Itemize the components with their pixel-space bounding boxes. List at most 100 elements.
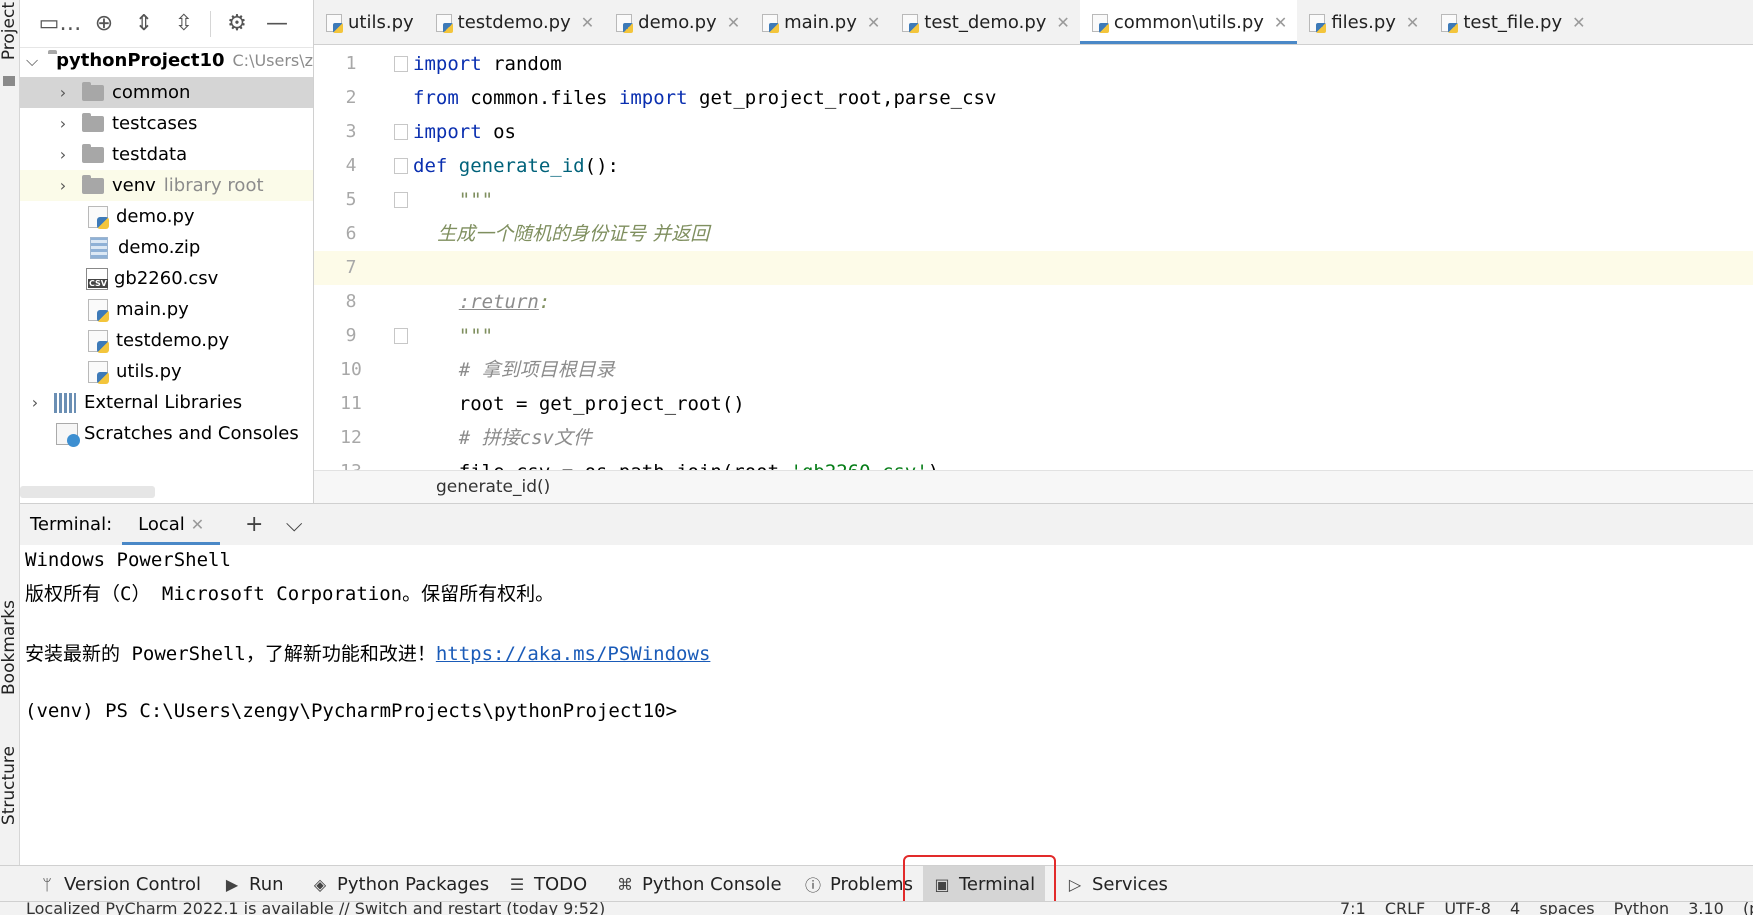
tab-label: test_demo.py xyxy=(924,12,1047,33)
project-folder-icon xyxy=(3,76,15,86)
close-icon[interactable]: ✕ xyxy=(1056,13,1069,32)
code-editor[interactable]: 1 import random 2 from common.files impo… xyxy=(314,45,1753,470)
python-file-icon xyxy=(1091,13,1109,33)
breadcrumb[interactable]: generate_id() xyxy=(314,470,1753,503)
tree-item-main-py[interactable]: main.py xyxy=(20,294,313,325)
terminal-tab-local[interactable]: Local ✕ xyxy=(122,504,221,546)
tab-utils-py[interactable]: utils.py xyxy=(314,0,424,44)
version-control-button[interactable]: ᛘ Version Control xyxy=(38,866,201,902)
code-line: 4 def generate_id(): xyxy=(314,149,1753,183)
fold-marker-icon[interactable] xyxy=(394,56,408,72)
python-packages-button[interactable]: ◈ Python Packages xyxy=(311,866,489,902)
python-file-icon xyxy=(616,13,634,33)
close-icon[interactable]: ✕ xyxy=(581,13,594,32)
python-file-icon xyxy=(88,360,109,384)
tree-root[interactable]: ⌵ pythonProject10 C:\Users\z xyxy=(20,45,313,76)
fold-marker-icon[interactable] xyxy=(394,328,408,344)
tree-item-utils-py[interactable]: utils.py xyxy=(20,356,313,387)
tab-common-utils-py[interactable]: common\utils.py ✕ xyxy=(1079,0,1298,44)
structure-tool-button[interactable]: Structure xyxy=(0,746,19,825)
close-icon[interactable]: ✕ xyxy=(1274,13,1287,32)
chevron-right-icon[interactable]: › xyxy=(54,83,72,102)
fold-marker-icon[interactable] xyxy=(394,124,408,140)
project-tool-button[interactable]: Project xyxy=(0,2,19,60)
tree-item-demo-py[interactable]: demo.py xyxy=(20,201,313,232)
line-number: 8 xyxy=(345,291,357,312)
view-selector-icon[interactable]: ▭… xyxy=(36,4,84,44)
chevron-down-icon[interactable]: ⌵ xyxy=(274,512,314,537)
hide-panel-icon[interactable]: — xyxy=(257,4,297,44)
tree-item-label: testcases xyxy=(112,113,198,134)
fold-marker-icon[interactable] xyxy=(394,192,408,208)
problems-button[interactable]: ⓘ Problems xyxy=(804,866,913,902)
tree-item-label: utils.py xyxy=(116,361,182,382)
tab-files-py[interactable]: files.py ✕ xyxy=(1297,0,1429,44)
tree-item-common[interactable]: › common xyxy=(20,77,313,108)
new-terminal-icon[interactable]: + xyxy=(234,512,274,537)
tool-window-bar: ᛘ Version Control ▶ Run ◈ Python Packages ☰… xyxy=(0,865,1753,902)
chevron-right-icon[interactable]: › xyxy=(54,145,72,164)
status-info[interactable]: 7:1 CRLF UTF-8 4 spaces Python 3.10 (pyt… xyxy=(1340,902,1753,915)
python-file-icon xyxy=(435,13,453,33)
tree-item-scratches[interactable]: Scratches and Consoles xyxy=(20,418,313,449)
tree-item-venv[interactable]: › venv library root xyxy=(20,170,313,201)
python-console-button[interactable]: ⌘ Python Console xyxy=(616,866,782,902)
code-string: 'gb2260.csv' xyxy=(791,461,928,470)
tree-item-label: External Libraries xyxy=(84,392,243,413)
horizontal-scrollbar[interactable] xyxy=(20,486,155,498)
close-icon[interactable]: ✕ xyxy=(1406,13,1419,32)
close-icon[interactable]: ✕ xyxy=(191,515,204,534)
line-number: 13 xyxy=(314,455,388,470)
chevron-down-icon[interactable]: ⌵ xyxy=(26,51,38,71)
terminal-link[interactable]: https://aka.ms/PSWindows xyxy=(436,643,711,665)
tree-item-label: Scratches and Consoles xyxy=(84,423,299,444)
bookmarks-tool-button[interactable]: Bookmarks xyxy=(0,600,19,695)
chevron-right-icon[interactable]: › xyxy=(54,176,72,195)
tab-test-demo-py[interactable]: test_demo.py ✕ xyxy=(890,0,1080,44)
close-icon[interactable]: ✕ xyxy=(727,13,740,32)
tab-test-file-py[interactable]: test_file.py ✕ xyxy=(1429,0,1595,44)
line-number: 7 xyxy=(345,257,357,278)
expand-all-icon[interactable]: ⇕ xyxy=(124,4,164,44)
tab-demo-py[interactable]: demo.py ✕ xyxy=(604,0,750,44)
highlight-box xyxy=(903,855,1056,907)
folder-icon xyxy=(82,81,104,101)
code-text: root = get_project_root() xyxy=(413,393,745,415)
tree-item-external-libraries[interactable]: › External Libraries xyxy=(20,387,313,418)
tool-label: Version Control xyxy=(64,873,201,895)
tab-testdemo-py[interactable]: testdemo.py ✕ xyxy=(424,0,605,44)
python-file-icon xyxy=(1309,13,1327,33)
tree-item-demo-zip[interactable]: demo.zip xyxy=(20,232,313,263)
tab-label: testdemo.py xyxy=(457,12,571,33)
locate-file-icon[interactable]: ⊕ xyxy=(84,4,124,44)
services-icon: ▷ xyxy=(1068,874,1082,894)
csv-file-icon: CSV xyxy=(86,267,108,290)
run-button[interactable]: ▶ Run xyxy=(223,866,284,902)
collapse-all-icon[interactable]: ⇳ xyxy=(164,4,204,44)
library-icon xyxy=(54,392,76,413)
scratches-icon xyxy=(56,422,80,447)
status-message[interactable]: Localized PyCharm 2022.1 is available //… xyxy=(26,902,605,915)
chevron-right-icon[interactable]: › xyxy=(26,393,44,412)
settings-gear-icon[interactable]: ⚙ xyxy=(217,4,257,44)
terminal-output[interactable]: Windows PowerShell 版权所有（C） Microsoft Cor… xyxy=(20,545,1753,865)
fold-marker-icon[interactable] xyxy=(394,158,408,174)
services-button[interactable]: ▷ Services xyxy=(1066,866,1168,902)
chevron-right-icon[interactable]: › xyxy=(54,114,72,133)
tool-window-strip: Project Bookmarks Structure xyxy=(0,0,20,915)
docstring: 生成一个随机的身份证号 并返回 xyxy=(413,223,710,245)
tree-item-testcases[interactable]: › testcases xyxy=(20,108,313,139)
docstring: """ xyxy=(413,189,494,211)
tree-item-label: demo.zip xyxy=(118,237,201,258)
folder-icon xyxy=(82,112,104,132)
line-number: 5 xyxy=(345,189,357,210)
close-icon[interactable]: ✕ xyxy=(867,13,880,32)
tree-item-testdata[interactable]: › testdata xyxy=(20,139,313,170)
python-file-icon xyxy=(762,13,780,33)
tree-item-testdemo-py[interactable]: testdemo.py xyxy=(20,325,313,356)
todo-button[interactable]: ☰ TODO xyxy=(508,866,587,902)
close-icon[interactable]: ✕ xyxy=(1572,13,1585,32)
tab-main-py[interactable]: main.py ✕ xyxy=(750,0,890,44)
tree-item-gb2260-csv[interactable]: CSV gb2260.csv xyxy=(20,263,313,294)
tab-label: utils.py xyxy=(348,12,414,33)
